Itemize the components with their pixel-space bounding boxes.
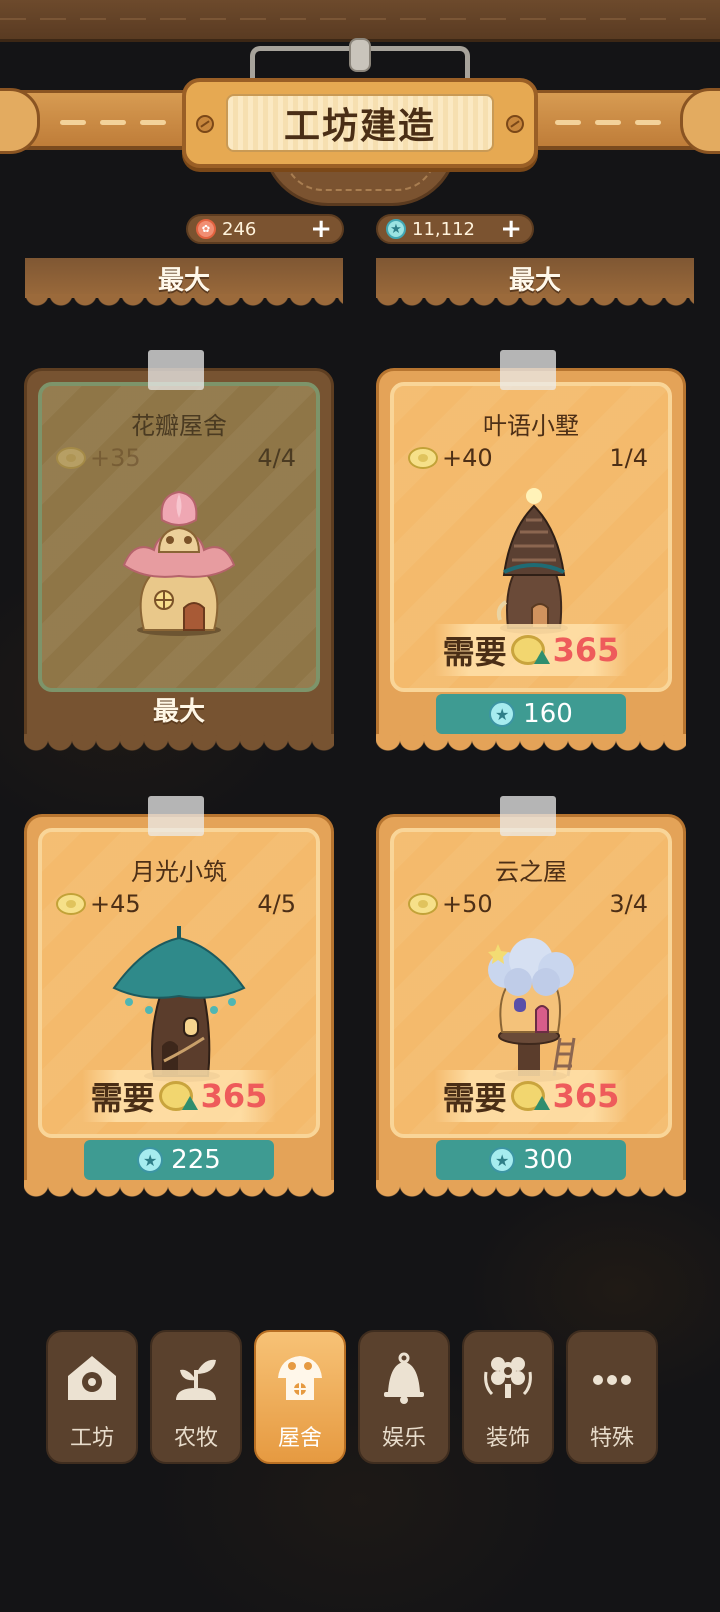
card-count: 1/4 (609, 444, 648, 472)
card-count: 4/5 (257, 890, 296, 918)
need-value: 365 (200, 1077, 268, 1115)
requirement-bar: 需要 365 (434, 624, 628, 676)
moonlight-cottage-image (112, 926, 246, 1082)
coin-upgrade-icon (510, 1081, 550, 1111)
card-bonus-value: +50 (442, 890, 493, 918)
card-max-label: 最大 (152, 697, 205, 727)
nav-label: 农牧 (173, 1426, 218, 1451)
flower-lantern-icon (476, 1350, 540, 1406)
need-label: 需要 (442, 1079, 507, 1117)
petal-house-image (122, 490, 236, 636)
requirement-bar: 需要 365 (82, 1070, 276, 1122)
more-icon (580, 1350, 644, 1406)
coin-upgrade-icon (158, 1081, 198, 1111)
screw-icon (506, 115, 524, 133)
leaf-villa-image (496, 488, 568, 634)
tape (148, 796, 204, 836)
gear-house-icon (60, 1350, 124, 1406)
nav-item-special[interactable]: 特殊 (566, 1330, 658, 1464)
currency-star-gem: ★ 11,112 + (376, 214, 534, 244)
house-card-cloud[interactable]: 云之屋 +50 3/4 需要 365 ★ 300 (376, 796, 686, 1204)
pig-coin-icon (56, 447, 86, 469)
card-bonus: +35 (56, 444, 141, 472)
max-label: 最大 (508, 266, 561, 296)
house-card-petal[interactable]: 花瓣屋舍 +35 4/4 最大 (24, 350, 334, 758)
star-gem-icon: ★ (489, 701, 516, 727)
card-name: 月光小筑 (131, 858, 227, 886)
pig-coin-icon (408, 893, 438, 915)
card-count: 3/4 (609, 890, 648, 918)
sprout-icon (164, 1350, 228, 1406)
nav-item-farming[interactable]: 农牧 (150, 1330, 242, 1464)
card-bonus: +45 (56, 890, 141, 918)
card-bonus: +50 (408, 890, 493, 918)
add-rose-button[interactable]: + (310, 216, 332, 242)
need-value: 365 (552, 631, 620, 669)
hanger-knob (349, 38, 371, 72)
nav-label: 屋舍 (277, 1426, 322, 1451)
rose-icon: ✿ (196, 219, 216, 239)
need-value: 365 (552, 1077, 620, 1115)
max-label: 最大 (157, 266, 210, 296)
pig-coin-icon (408, 447, 438, 469)
card-strip-top-right: 最大 (376, 258, 694, 310)
title-plate: 工坊建造 (182, 78, 538, 168)
card-bonus-value: +40 (442, 444, 493, 472)
need-label: 需要 (90, 1079, 155, 1117)
pig-coin-icon (56, 893, 86, 915)
star-gem-icon: ★ (386, 219, 406, 239)
bell-icon (372, 1350, 436, 1406)
tape (500, 350, 556, 390)
house-card-moonlight[interactable]: 月光小筑 +45 4/5 需要 365 ★ 225 (24, 796, 334, 1204)
currency-rose: ✿ 246 + (186, 214, 344, 244)
card-bonus: +40 (408, 444, 493, 472)
card-name: 叶语小墅 (483, 412, 579, 440)
page-title: 工坊建造 (283, 106, 436, 147)
card-strip-top-left: 最大 (25, 258, 343, 310)
cloud-house-image (488, 938, 576, 1082)
nav-label: 娱乐 (381, 1426, 426, 1451)
buy-button[interactable]: ★ 300 (436, 1140, 626, 1180)
price-value: 160 (523, 699, 573, 729)
buy-button[interactable]: ★ 160 (436, 694, 626, 734)
nav-label: 特殊 (589, 1426, 634, 1451)
card-name: 花瓣屋舍 (131, 412, 227, 440)
tape (500, 796, 556, 836)
star-gem-icon: ★ (137, 1147, 164, 1173)
nav-item-workshop[interactable]: 工坊 (46, 1330, 138, 1464)
star-gem-icon: ★ (489, 1147, 516, 1173)
mushroom-house-icon (268, 1350, 332, 1406)
card-bonus-value: +35 (90, 444, 141, 472)
coin-upgrade-icon (510, 635, 550, 665)
tape (148, 350, 204, 390)
card-bonus-value: +45 (90, 890, 141, 918)
nav-item-entertainment[interactable]: 娱乐 (358, 1330, 450, 1464)
nav-label: 装饰 (485, 1426, 530, 1451)
add-star-gem-button[interactable]: + (500, 216, 522, 242)
house-card-leaf[interactable]: 叶语小墅 +40 1/4 需要 365 ★ 160 (376, 350, 686, 758)
nav-item-houses[interactable]: 屋舍 (254, 1330, 346, 1464)
top-leather-bar (0, 0, 720, 42)
price-value: 225 (171, 1145, 221, 1175)
nav-item-decoration[interactable]: 装饰 (462, 1330, 554, 1464)
need-label: 需要 (442, 633, 507, 671)
currency-rose-value: 246 (222, 218, 257, 240)
price-value: 300 (523, 1145, 573, 1175)
card-name: 云之屋 (495, 858, 567, 886)
buy-button[interactable]: ★ 225 (84, 1140, 274, 1180)
card-count: 4/4 (257, 444, 296, 472)
screw-icon (196, 115, 214, 133)
currency-star-value: 11,112 (412, 218, 475, 240)
nav-label: 工坊 (69, 1426, 114, 1451)
bottom-nav: 工坊 农牧 屋舍 娱乐 装饰 特殊 (46, 1330, 676, 1464)
requirement-bar: 需要 365 (434, 1070, 628, 1122)
